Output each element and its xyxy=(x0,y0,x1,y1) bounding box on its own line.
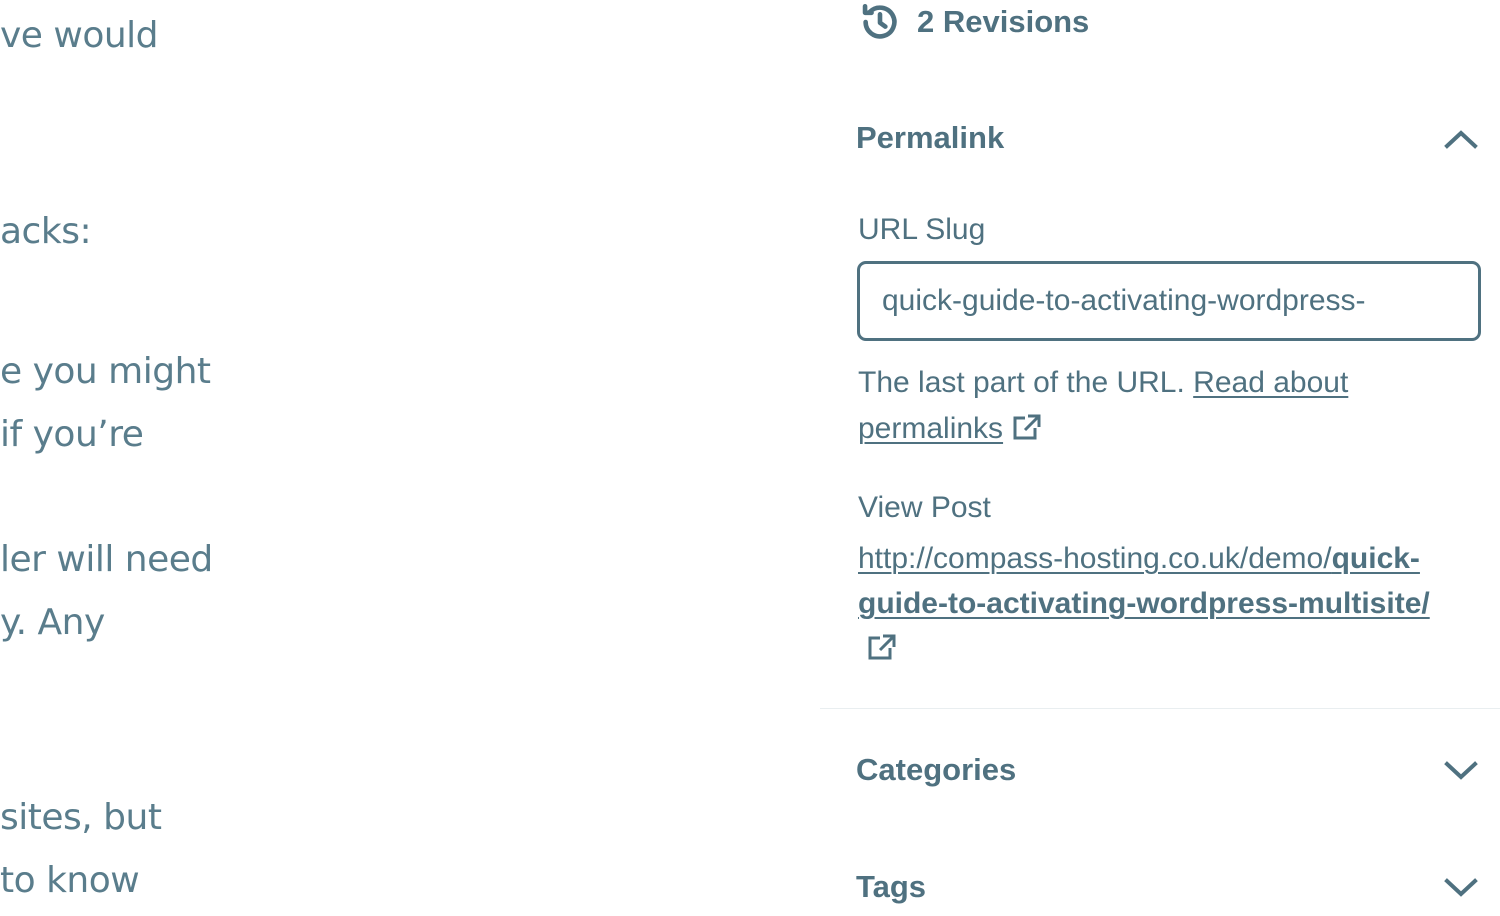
view-post-link[interactable]: http://compass-hosting.co.uk/demo/quick-… xyxy=(858,536,1458,675)
revisions-button[interactable]: 2 Revisions xyxy=(857,0,1089,44)
external-link-icon xyxy=(866,630,898,675)
panel-divider xyxy=(820,708,1500,709)
url-slug-label: URL Slug xyxy=(858,213,986,246)
categories-panel-toggle[interactable]: Categories xyxy=(856,752,1016,788)
view-post-url-base: http://compass-hosting.co.uk/demo/ xyxy=(858,542,1332,575)
revisions-label: 2 Revisions xyxy=(917,4,1090,39)
chevron-down-icon[interactable] xyxy=(1440,756,1482,786)
external-link-icon xyxy=(1011,410,1043,456)
chevron-up-icon[interactable] xyxy=(1440,124,1482,154)
permalink-panel-toggle[interactable]: Permalink xyxy=(856,120,1004,156)
history-icon xyxy=(857,0,903,45)
settings-sidebar: 2 Revisions Permalink URL Slug The last … xyxy=(0,0,1500,916)
url-help-description: The last part of the URL. xyxy=(858,366,1185,399)
chevron-down-icon[interactable] xyxy=(1440,873,1482,903)
tags-panel-toggle[interactable]: Tags xyxy=(856,869,926,905)
url-help-text: The last part of the URL. Read about per… xyxy=(858,360,1478,456)
view-post-label: View Post xyxy=(858,491,991,524)
url-slug-input[interactable] xyxy=(857,261,1481,341)
